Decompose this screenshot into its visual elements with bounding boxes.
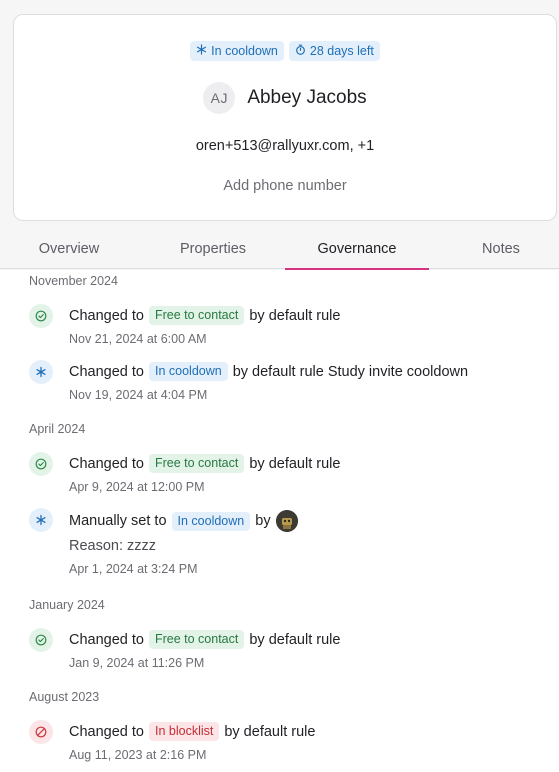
snowflake-icon bbox=[29, 360, 53, 384]
snowflake-icon bbox=[29, 508, 53, 532]
participant-card: In cooldown 28 days left AJ Abbey Jacobs… bbox=[13, 14, 557, 221]
check-circle-icon bbox=[29, 304, 53, 328]
add-phone-button[interactable]: Add phone number bbox=[14, 178, 556, 194]
event-reason: Reason: zzzz bbox=[69, 538, 157, 554]
status-tag: Free to contact bbox=[148, 630, 245, 649]
participant-identity: AJ Abbey Jacobs bbox=[14, 82, 556, 114]
tab-properties[interactable]: Properties bbox=[155, 229, 271, 269]
governance-timeline: November 2024 Changed to Free to contact… bbox=[0, 270, 559, 772]
status-tag: In cooldown bbox=[148, 362, 228, 381]
snowflake-icon bbox=[196, 44, 207, 58]
days-left-badge: 28 days left bbox=[288, 41, 380, 61]
section-title: August 2023 bbox=[29, 690, 100, 704]
check-circle-icon bbox=[29, 628, 53, 652]
event-timestamp: Nov 19, 2024 at 4:04 PM bbox=[69, 388, 208, 402]
section-title: November 2024 bbox=[29, 274, 118, 288]
blocked-circle-icon bbox=[29, 720, 53, 744]
event-timestamp: Apr 9, 2024 at 12:00 PM bbox=[69, 480, 205, 494]
section-title: January 2024 bbox=[29, 598, 105, 612]
cooldown-status-badge: In cooldown bbox=[190, 41, 284, 61]
status-tag: In blocklist bbox=[148, 722, 220, 741]
check-circle-icon bbox=[29, 452, 53, 476]
tab-overview[interactable]: Overview bbox=[22, 229, 116, 269]
stopwatch-icon bbox=[295, 44, 306, 58]
tab-notes[interactable]: Notes bbox=[458, 229, 544, 269]
status-tag: Free to contact bbox=[148, 306, 245, 325]
event-timestamp: Apr 1, 2024 at 3:24 PM bbox=[69, 562, 198, 576]
tab-bar: Overview Properties Governance Notes bbox=[0, 229, 559, 270]
user-avatar[interactable] bbox=[275, 510, 298, 532]
status-badges: In cooldown 28 days left bbox=[14, 41, 556, 61]
status-tag: Free to contact bbox=[148, 454, 245, 473]
participant-email: oren+513@rallyuxr.com, +1 bbox=[195, 138, 375, 154]
avatar: AJ bbox=[203, 82, 236, 114]
participant-name: Abbey Jacobs bbox=[247, 87, 367, 108]
event-timestamp: Aug 11, 2023 at 2:16 PM bbox=[69, 748, 207, 762]
status-tag: In cooldown bbox=[171, 511, 251, 531]
tab-governance[interactable]: Governance bbox=[285, 229, 429, 270]
event-timestamp: Jan 9, 2024 at 11:26 PM bbox=[69, 656, 205, 670]
event-timestamp: Nov 21, 2024 at 6:00 AM bbox=[69, 332, 207, 346]
section-title: April 2024 bbox=[29, 422, 86, 436]
